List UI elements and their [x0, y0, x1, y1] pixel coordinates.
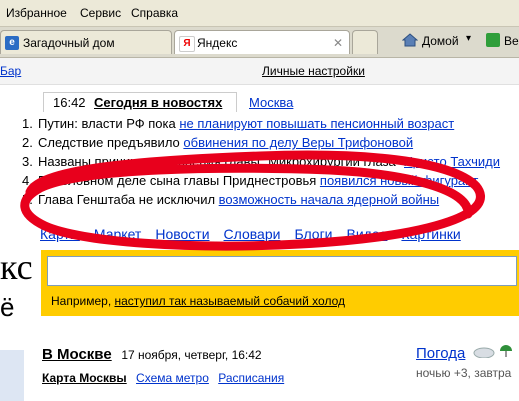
links-bar: Бар Личные настройки — [0, 58, 519, 85]
metro-scheme-link[interactable]: Схема метро — [136, 371, 209, 385]
ie-icon: e — [5, 36, 19, 50]
logo-fragment: ё — [0, 292, 15, 322]
yandex-icon: Я — [179, 36, 195, 52]
news-text: Названы причины увольнения главы "Микрох… — [38, 154, 405, 169]
web-slices-label: Ве — [504, 34, 519, 48]
service-link[interactable]: Новости — [155, 226, 209, 242]
moscow-title[interactable]: В Москве — [42, 346, 112, 363]
news-item: 2. Следствие предъявило обвинения по делу… — [22, 133, 500, 152]
menu-service[interactable]: Сервис — [80, 6, 121, 20]
cloud-icon — [473, 344, 495, 359]
menu-help[interactable]: Справка — [131, 6, 178, 20]
menu-favorites[interactable]: Избранное — [6, 6, 67, 20]
service-link[interactable]: Видео — [347, 226, 388, 242]
moscow-block: В Москве 17 ноября, четверг, 16:42 Карта… — [42, 346, 284, 385]
news-number: 1. — [22, 116, 33, 131]
news-item: 1. Путин: власти РФ пока не планируют пов… — [22, 114, 500, 133]
news-list: 1. Путин: власти РФ пока не планируют пов… — [22, 114, 500, 209]
services-bar: Карты Маркет Новости Словари Блоги Видео Карти… — [40, 226, 475, 242]
service-link[interactable]: Картинки — [401, 226, 460, 242]
moscow-date: 17 ноября, четверг, 16:42 — [121, 348, 262, 362]
news-item: 4. В уголовном деле сына главы Приднестро… — [22, 171, 500, 190]
search-example-link[interactable]: наступил так называемый собачий холод — [114, 294, 345, 308]
news-link[interactable]: обвинения по делу Веры Трифоновой — [183, 135, 413, 150]
close-tab-icon[interactable]: ✕ — [333, 36, 343, 50]
moscow-map-link[interactable]: Карта Москвы — [42, 371, 127, 385]
tab-label: Загадочный дом — [23, 36, 115, 50]
yandex-logo[interactable]: кс — [0, 246, 33, 288]
service-link[interactable]: Маркет — [94, 226, 141, 242]
side-panel — [0, 350, 24, 401]
weather-link[interactable]: Погода — [416, 345, 465, 362]
news-number: 5. — [22, 192, 33, 207]
search-panel: Например, наступил так называемый собачи… — [41, 250, 519, 316]
personal-settings-link[interactable]: Личные настройки — [262, 64, 365, 78]
news-text: Следствие предъявило — [38, 135, 184, 150]
news-number: 4. — [22, 173, 33, 188]
news-text: Путин: власти РФ пока — [38, 116, 180, 131]
news-link[interactable]: появился новый фигурант — [320, 173, 478, 188]
tab-label: Яндекс — [197, 36, 238, 50]
news-link[interactable]: Христо Тахчиди — [404, 154, 500, 169]
home-icon — [401, 33, 419, 47]
schedules-link[interactable]: Расписания — [218, 371, 284, 385]
service-link[interactable]: Словари — [224, 226, 281, 242]
news-number: 2. — [22, 135, 33, 150]
weather-forecast: ночью +3, завтра — [416, 366, 512, 380]
feed-icon — [486, 33, 500, 47]
news-number: 3. — [22, 154, 33, 169]
tab-today-news[interactable]: Сегодня в новостях — [94, 95, 222, 110]
news-link[interactable]: не планируют повышать пенсионный возраст — [179, 116, 454, 131]
tab-moscow-news[interactable]: Москва — [249, 95, 293, 110]
tab-bar: e Загадочный дом Я Яндекс ✕ Домой ▾ Ве — [0, 27, 519, 58]
news-link[interactable]: возможность начала ядерной войны — [219, 192, 439, 207]
umbrella-icon — [499, 344, 513, 358]
tab-zagadochny-dom[interactable]: e Загадочный дом — [0, 30, 172, 54]
home-label: Домой — [422, 34, 459, 48]
search-example: Например, наступил так называемый собачи… — [51, 294, 345, 308]
news-tabs: 16:42 Сегодня в новостях Москва — [43, 92, 293, 112]
news-item: 3. Названы причины увольнения главы "Микр… — [22, 152, 500, 171]
bar-link[interactable]: Бар — [0, 64, 21, 78]
service-link[interactable]: Блоги — [294, 226, 332, 242]
tab-yandex[interactable]: Я Яндекс ✕ — [174, 30, 350, 54]
search-example-prefix: Например, — [51, 294, 115, 308]
news-text: Глава Генштаба не исключил — [38, 192, 219, 207]
service-link[interactable]: Карты — [40, 226, 80, 242]
weather-block: Погода ночью +3, завтра — [416, 344, 513, 380]
news-item: 5. Глава Генштаба не исключил возможность… — [22, 190, 500, 209]
chevron-down-icon[interactable]: ▾ — [466, 33, 471, 44]
menu-bar: Избранное Сервис Справка — [0, 0, 519, 27]
news-text: В уголовном деле сына главы Приднестровь… — [38, 173, 320, 188]
new-tab-button[interactable] — [352, 30, 378, 54]
news-time: 16:42 — [53, 95, 86, 110]
search-input[interactable] — [47, 256, 517, 286]
